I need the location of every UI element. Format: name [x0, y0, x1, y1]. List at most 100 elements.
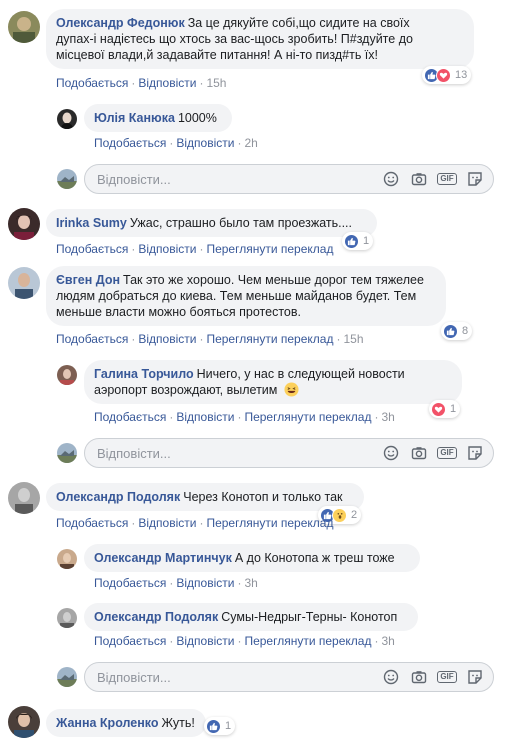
sticker-icon[interactable]: [465, 169, 485, 189]
reaction-count: 1: [225, 720, 232, 732]
avatar[interactable]: [8, 267, 40, 299]
reactions-badge[interactable]: 1: [429, 400, 461, 418]
avatar[interactable]: [8, 482, 40, 514]
timestamp[interactable]: 3h: [244, 576, 257, 590]
separator: ·: [169, 634, 174, 648]
commenter-name[interactable]: Жанна Кроленко: [56, 716, 159, 730]
like-link[interactable]: Подобається: [56, 516, 128, 530]
comment-text: місцевої влади,й задавайте питання! А ні…: [56, 48, 378, 62]
like-link[interactable]: Подобається: [94, 136, 166, 150]
separator: ·: [374, 634, 379, 648]
reply-input[interactable]: Відповісти... GIF: [84, 164, 494, 194]
camera-icon[interactable]: [409, 443, 429, 463]
smiley-icon[interactable]: [381, 443, 401, 463]
reply-link[interactable]: Відповісти: [138, 76, 196, 90]
timestamp[interactable]: 3h: [381, 634, 394, 648]
commenter-name[interactable]: Олександр Подоляк: [56, 490, 180, 504]
translate-link[interactable]: Переглянути переклад: [206, 332, 333, 346]
commenter-name[interactable]: Irinka Sumy: [56, 216, 127, 230]
reply-input[interactable]: Відповісти... GIF: [84, 438, 494, 468]
translate-link[interactable]: Переглянути переклад: [244, 410, 371, 424]
smiley-icon[interactable]: [381, 667, 401, 687]
comment-text: За це дякуйте собі,що сидите на своїх: [187, 16, 410, 30]
comment-bubble: Євген Дон Так это же хорошо. Чем меньше д…: [46, 266, 446, 326]
like-link[interactable]: Подобається: [94, 576, 166, 590]
avatar[interactable]: [8, 208, 40, 240]
timestamp[interactable]: 15h: [206, 76, 226, 90]
separator: ·: [374, 410, 379, 424]
like-icon: [344, 233, 359, 249]
reactions-badge[interactable]: 1: [204, 717, 236, 735]
avatar[interactable]: [57, 549, 77, 569]
reply-placeholder: Відповісти...: [97, 669, 171, 685]
avatar[interactable]: [57, 608, 77, 628]
gif-icon[interactable]: GIF: [437, 667, 457, 687]
reactions-badge[interactable]: 8: [441, 322, 473, 340]
comment-bubble: Irinka Sumy Ужас, страшно было там проезж…: [46, 209, 377, 237]
comment-text: Сумы-Недрыг-Терны- Конотоп: [221, 610, 398, 624]
like-link[interactable]: Подобається: [56, 242, 128, 256]
commenter-name[interactable]: Євген Дон: [56, 273, 120, 287]
comment-text: Через Конотоп и только так: [183, 490, 343, 504]
commenter-name[interactable]: Галина Торчило: [94, 367, 194, 381]
sticker-icon[interactable]: [465, 443, 485, 463]
reply-placeholder: Відповісти...: [97, 171, 171, 187]
like-link[interactable]: Подобається: [94, 634, 166, 648]
separator: ·: [131, 516, 136, 530]
gif-icon[interactable]: GIF: [437, 443, 457, 463]
avatar: [57, 169, 77, 189]
reply-link[interactable]: Відповісти: [176, 576, 234, 590]
camera-icon[interactable]: [409, 169, 429, 189]
avatar: [57, 443, 77, 463]
comment-text: Так это же хорошо. Чем меньше дорог тем …: [123, 273, 424, 287]
reply-link[interactable]: Відповісти: [138, 516, 196, 530]
comment-text: аэропорт возрождают, вылетим: [94, 383, 278, 397]
reply-input[interactable]: Відповісти... GIF: [84, 662, 494, 692]
timestamp[interactable]: 3h: [381, 410, 394, 424]
commenter-name[interactable]: Олександр Федонюк: [56, 16, 185, 30]
separator: ·: [199, 242, 204, 256]
comment-bubble: Олександр Мартинчук А до Конотопа ж треш …: [84, 544, 420, 572]
gif-icon[interactable]: GIF: [437, 169, 457, 189]
separator: ·: [237, 576, 242, 590]
smiley-icon[interactable]: [381, 169, 401, 189]
comment-actions: Подобається · Відповісти · Переглянути перек…: [56, 332, 364, 346]
timestamp[interactable]: 15h: [343, 332, 363, 346]
comment-bubble: Олександр Федонюк За це дякуйте собі,що с…: [46, 9, 474, 69]
like-link[interactable]: Подобається: [56, 76, 128, 90]
reply-link[interactable]: Відповісти: [176, 634, 234, 648]
like-link[interactable]: Подобається: [94, 410, 166, 424]
reactions-badge[interactable]: 1: [342, 232, 374, 250]
avatar[interactable]: [57, 365, 77, 385]
camera-icon[interactable]: [409, 667, 429, 687]
sticker-icon[interactable]: [465, 667, 485, 687]
like-link[interactable]: Подобається: [56, 332, 128, 346]
timestamp[interactable]: 2h: [244, 136, 257, 150]
commenter-name[interactable]: Олександр Мартинчук: [94, 551, 232, 565]
reply-link[interactable]: Відповісти: [138, 332, 196, 346]
reply-link[interactable]: Відповісти: [176, 410, 234, 424]
comment-bubble: Галина Торчило Ничего, у нас в следующей …: [84, 360, 462, 404]
love-icon: [431, 401, 446, 417]
reply-link[interactable]: Відповісти: [138, 242, 196, 256]
separator: ·: [199, 516, 204, 530]
comment-actions: Подобається · Відповісти · Переглянути перек…: [56, 242, 333, 256]
avatar[interactable]: [8, 11, 40, 43]
comment-text: 1000%: [177, 111, 217, 125]
reply-link[interactable]: Відповісти: [176, 136, 234, 150]
avatar[interactable]: [8, 706, 40, 738]
avatar[interactable]: [57, 109, 77, 129]
commenter-name[interactable]: Олександр Подоляк: [94, 610, 218, 624]
comment-text: Жуть!: [161, 716, 195, 730]
commenter-name[interactable]: Юлія Канюка: [94, 111, 175, 125]
separator: ·: [169, 136, 174, 150]
translate-link[interactable]: Переглянути переклад: [206, 242, 333, 256]
comment-actions: Подобається · Відповісти · Переглянути перек…: [94, 634, 395, 648]
translate-link[interactable]: Переглянути переклад: [206, 516, 333, 530]
reactions-badge[interactable]: 13: [422, 66, 472, 84]
comment-text: дупах-і надієтесь що хтось за вас-щось з…: [56, 32, 413, 46]
comment-text: людям добраться до киева. Тем меньше май…: [56, 289, 417, 303]
separator: ·: [237, 410, 242, 424]
love-icon: [436, 67, 451, 83]
translate-link[interactable]: Переглянути переклад: [244, 634, 371, 648]
